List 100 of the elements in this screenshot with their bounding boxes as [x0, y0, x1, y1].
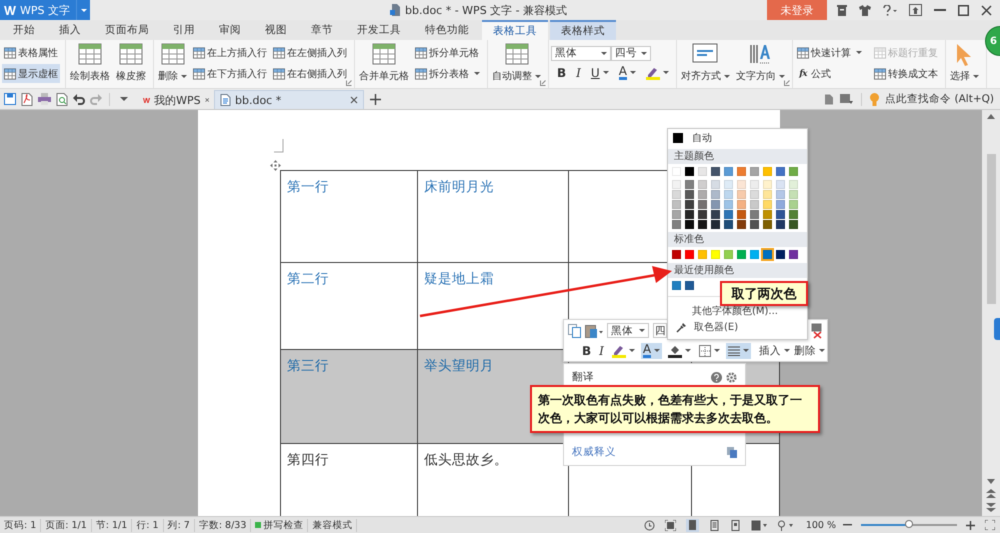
ribbon-button[interactable]: 对齐方式	[678, 42, 732, 84]
color-swatch[interactable]	[711, 250, 720, 259]
ribbon-button[interactable]: 显示虚框	[2, 64, 60, 83]
color-swatch[interactable]	[776, 167, 785, 176]
launcher-icon[interactable]	[540, 80, 546, 86]
color-swatch[interactable]	[789, 167, 798, 176]
outline-view-icon[interactable]	[708, 520, 720, 530]
color-swatch[interactable]	[685, 220, 694, 229]
ribbon-button[interactable]: 合并单元格	[357, 42, 411, 84]
preview-icon[interactable]	[56, 92, 68, 106]
help-icon[interactable]	[883, 4, 897, 16]
color-swatch[interactable]	[776, 200, 785, 209]
color-swatch[interactable]	[789, 180, 798, 189]
menu-tab[interactable]: 审阅	[208, 20, 252, 40]
color-swatch[interactable]	[763, 210, 772, 219]
document-tab[interactable]: 我的WPS	[138, 91, 214, 109]
format-button[interactable]: U	[588, 64, 611, 80]
color-swatch[interactable]	[737, 200, 746, 209]
color-swatch[interactable]	[698, 200, 707, 209]
menu-tab[interactable]: 表格样式	[550, 20, 616, 40]
color-swatch[interactable]	[789, 250, 798, 259]
ribbon-button[interactable]: 自动调整	[490, 42, 543, 84]
zoom-slider-thumb[interactable]	[905, 520, 913, 528]
color-swatch[interactable]	[711, 210, 720, 219]
color-swatch[interactable]	[789, 190, 798, 199]
color-swatch[interactable]	[672, 220, 681, 229]
color-swatch[interactable]	[685, 210, 694, 219]
format-button[interactable]: I	[597, 342, 606, 358]
color-swatch[interactable]	[724, 167, 733, 176]
ribbon-button[interactable]: 表格属性	[2, 43, 60, 62]
menu-button[interactable]: 插入	[759, 344, 790, 358]
color-swatch[interactable]	[737, 190, 746, 199]
menu-item[interactable]: 取色器(E)	[694, 320, 738, 334]
color-swatch[interactable]	[737, 180, 746, 189]
color-swatch[interactable]	[737, 210, 746, 219]
color-swatch[interactable]	[789, 200, 798, 209]
color-swatch[interactable]	[672, 210, 681, 219]
color-swatch[interactable]	[724, 220, 733, 229]
color-swatch[interactable]	[672, 200, 681, 209]
menu-item[interactable]: 自动	[668, 129, 807, 147]
maximize-icon[interactable]	[958, 4, 969, 16]
format-button[interactable]	[726, 342, 752, 358]
color-swatch[interactable]	[776, 180, 785, 189]
copy-icon[interactable]	[727, 446, 737, 458]
color-swatch[interactable]	[711, 190, 720, 199]
color-swatch[interactable]	[711, 200, 720, 209]
clock-icon[interactable]	[644, 520, 655, 530]
app-menu-caret[interactable]	[76, 0, 90, 20]
color-swatch[interactable]	[685, 281, 694, 290]
color-swatch[interactable]	[724, 190, 733, 199]
ribbon-button[interactable]: 拆分单元格	[413, 43, 482, 62]
font-select[interactable]: 黑体	[551, 46, 611, 60]
format-button[interactable]: A	[640, 342, 662, 358]
reading-view-icon[interactable]	[750, 520, 767, 530]
color-swatch[interactable]	[763, 167, 772, 176]
fullscreen-icon[interactable]	[985, 520, 995, 530]
format-button[interactable]: A	[616, 64, 638, 80]
ribbon-button[interactable]: 在左侧插入列	[271, 43, 349, 62]
color-swatch[interactable]	[672, 180, 681, 189]
launcher-icon[interactable]	[784, 80, 790, 86]
color-swatch[interactable]	[737, 220, 746, 229]
document-tab[interactable]: bb.doc *	[214, 90, 364, 109]
shirt-icon[interactable]	[859, 4, 871, 16]
font-size-select[interactable]: 四号	[611, 46, 651, 60]
menu-tab[interactable]: 表格工具	[482, 20, 548, 40]
pin-icon[interactable]	[909, 4, 922, 16]
color-swatch[interactable]	[750, 167, 759, 176]
color-swatch[interactable]	[789, 220, 798, 229]
font-size-select[interactable]: 四	[653, 323, 667, 338]
close-icon[interactable]	[204, 96, 209, 104]
add-tab-icon[interactable]	[370, 94, 381, 105]
menu-tab[interactable]: 特色功能	[414, 20, 480, 40]
ribbon-button[interactable]: 绘制表格	[68, 42, 112, 84]
color-swatch[interactable]	[763, 180, 772, 189]
color-swatch[interactable]	[763, 250, 772, 259]
ribbon-button[interactable]: 文字方向	[734, 42, 787, 84]
ribbon-button[interactable]: 删除	[156, 42, 189, 84]
color-swatch[interactable]	[724, 180, 733, 189]
web-view-icon[interactable]	[730, 520, 741, 530]
color-swatch[interactable]	[763, 220, 772, 229]
help-icon[interactable]	[711, 372, 722, 382]
color-swatch[interactable]	[724, 250, 733, 259]
ribbon-button[interactable]: 快速计算	[794, 43, 864, 62]
minimize-icon[interactable]	[934, 9, 946, 11]
format-button[interactable]: I	[574, 64, 583, 80]
color-swatch[interactable]	[685, 250, 694, 259]
color-swatch[interactable]	[763, 190, 772, 199]
page-view-icon[interactable]	[686, 518, 699, 532]
link[interactable]: 权威释义	[572, 445, 616, 459]
layout-icon[interactable]	[840, 94, 854, 104]
color-swatch[interactable]	[750, 210, 759, 219]
color-swatch[interactable]	[711, 167, 720, 176]
color-swatch[interactable]	[698, 250, 707, 259]
color-swatch[interactable]	[776, 220, 785, 229]
color-swatch[interactable]	[698, 210, 707, 219]
color-swatch[interactable]	[750, 180, 759, 189]
scroll-down-icon[interactable]	[987, 479, 995, 484]
caret-icon[interactable]	[120, 97, 128, 101]
ribbon-button[interactable]: 在下方插入行	[191, 64, 269, 83]
color-swatch[interactable]	[750, 200, 759, 209]
